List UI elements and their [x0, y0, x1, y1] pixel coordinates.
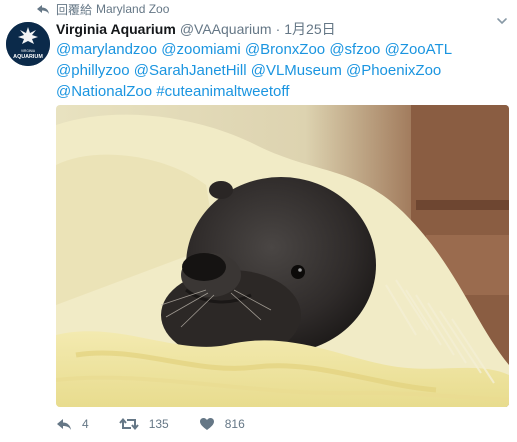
like-count: 816 — [224, 417, 245, 431]
mention-link[interactable]: @ZooATL — [385, 41, 452, 58]
reply-context: 回覆給 Maryland Zoo — [36, 0, 169, 18]
reply-context-label: 回覆給 — [56, 2, 93, 17]
aquarium-logo-icon: VIRGINIA AQUARIUM — [6, 22, 50, 66]
mention-link[interactable]: @VLMuseum — [251, 62, 342, 79]
mention-link[interactable]: @sfzoo — [329, 41, 380, 58]
reply-context-user[interactable]: Maryland Zoo — [96, 2, 169, 16]
avatar-big-text: AQUARIUM — [13, 54, 43, 60]
otter-photo — [56, 105, 509, 407]
retweet-button[interactable]: 135 — [118, 417, 169, 431]
tweet-text-line: @NationalZoo #cuteanimaltweetoff — [56, 81, 496, 102]
chevron-down-icon[interactable] — [495, 14, 509, 28]
reply-count: 4 — [82, 417, 89, 431]
mention-link[interactable]: @PhoenixZoo — [346, 62, 441, 79]
user-handle[interactable]: @VAAquarium — [180, 21, 272, 37]
mention-link[interactable]: @SarahJanetHill — [134, 62, 247, 79]
avatar-small-text: VIRGINIA — [21, 49, 36, 53]
mention-link[interactable]: @phillyzoo — [56, 62, 130, 79]
retweet-count: 135 — [148, 417, 169, 431]
mention-link[interactable]: @zoomiami — [161, 41, 240, 58]
tweet-actions: 4 135 816 — [56, 412, 275, 436]
heart-icon — [199, 418, 214, 430]
tweet-header: Virginia Aquarium @VAAquarium · 1月25日 — [56, 20, 497, 38]
like-button[interactable]: 816 — [199, 417, 245, 431]
tweet-text: @marylandzoo @zoomiami @BronxZoo @sfzoo … — [56, 39, 496, 102]
tweet-text-line: @phillyzoo @SarahJanetHill @VLMuseum @Ph… — [56, 60, 496, 81]
tweet-text-line: @marylandzoo @zoomiami @BronxZoo @sfzoo … — [56, 39, 496, 60]
separator-dot: · — [275, 21, 281, 37]
tweet-timestamp[interactable]: 1月25日 — [284, 19, 335, 39]
hashtag-link[interactable]: #cuteanimaltweetoff — [156, 83, 289, 100]
mention-link[interactable]: @BronxZoo — [245, 41, 325, 58]
reply-button[interactable]: 4 — [56, 417, 89, 431]
reply-icon — [57, 419, 71, 430]
mention-link[interactable]: @NationalZoo — [56, 83, 152, 100]
mention-link[interactable]: @marylandzoo — [56, 41, 157, 58]
avatar[interactable]: VIRGINIA AQUARIUM — [6, 22, 50, 66]
tweet-photo[interactable] — [56, 105, 509, 407]
display-name[interactable]: Virginia Aquarium — [56, 21, 176, 37]
reply-arrow-icon — [37, 5, 49, 14]
retweet-icon — [118, 417, 139, 431]
